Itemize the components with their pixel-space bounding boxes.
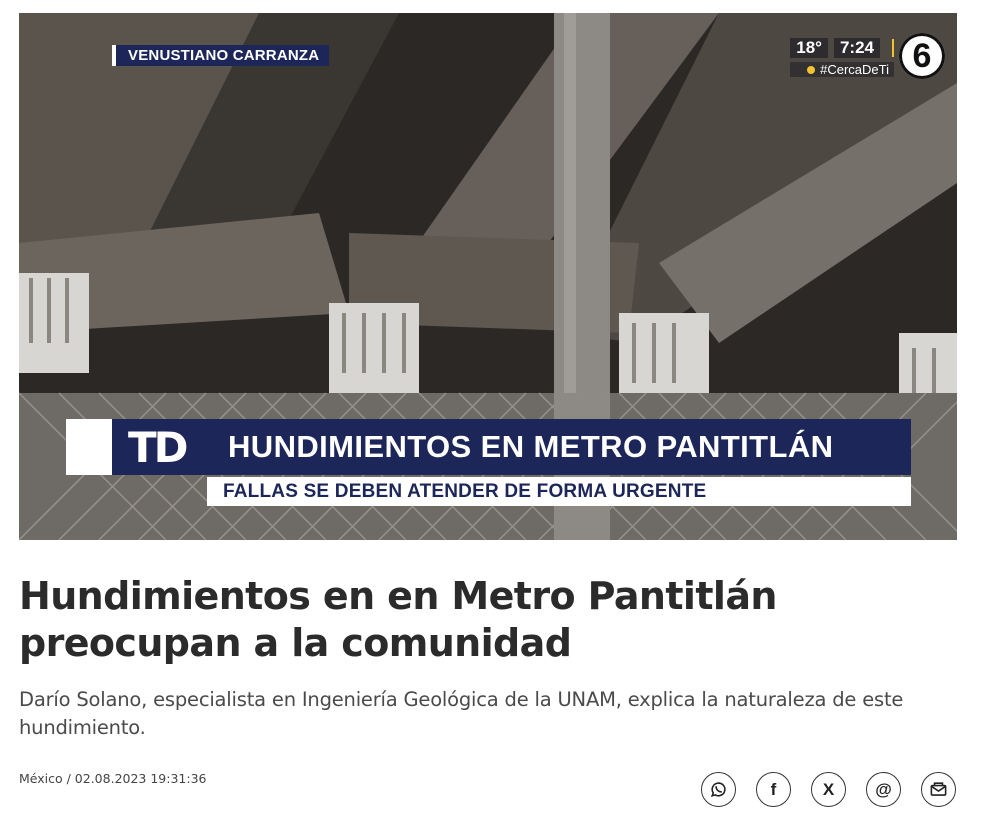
share-x-button[interactable]: X bbox=[811, 772, 846, 807]
share-email-button[interactable] bbox=[921, 772, 956, 807]
share-bar: f X @ bbox=[701, 772, 956, 807]
clock-time: 7:24 bbox=[833, 38, 880, 58]
lower-third-subheadline: FALLAS SE DEBEN ATENDER DE FORMA URGENTE bbox=[207, 477, 911, 506]
lower-third-accent bbox=[66, 419, 112, 475]
article-dek: Darío Solano, especialista en Ingeniería… bbox=[19, 688, 904, 739]
x-icon: X bbox=[822, 780, 835, 799]
facebook-icon: f bbox=[770, 780, 777, 799]
broadcast-bug: 18° 7:24 #CercaDeTi bbox=[790, 37, 894, 77]
location-tag: VENUSTIANO CARRANZA bbox=[112, 45, 330, 66]
email-icon bbox=[930, 782, 947, 796]
lower-third-headline: HUNDIMIENTOS EN METRO PANTITLÁN bbox=[228, 429, 834, 464]
channel-logo: 6 bbox=[899, 33, 945, 79]
share-facebook-button[interactable]: f bbox=[756, 772, 791, 807]
hero-video-still[interactable]: VENUSTIANO CARRANZA 18° 7:24 #CercaDeTi … bbox=[19, 13, 957, 540]
article-headline: Hundimientos en en Metro Pantitlán preoc… bbox=[19, 574, 777, 665]
temperature: 18° bbox=[790, 38, 828, 58]
separator bbox=[892, 39, 894, 57]
whatsapp-icon bbox=[710, 782, 726, 798]
show-logo: TD bbox=[128, 422, 189, 472]
share-whatsapp-button[interactable] bbox=[701, 772, 736, 807]
hashtag-text: #CercaDeTi bbox=[820, 62, 889, 77]
dot-icon bbox=[807, 65, 816, 74]
lower-third-main: TD HUNDIMIENTOS EN METRO PANTITLÁN bbox=[112, 419, 911, 475]
threads-icon: @ bbox=[875, 780, 892, 799]
share-threads-button[interactable]: @ bbox=[866, 772, 901, 807]
hashtag: #CercaDeTi bbox=[790, 62, 894, 77]
article-meta: México / 02.08.2023 19:31:36 bbox=[19, 771, 207, 786]
